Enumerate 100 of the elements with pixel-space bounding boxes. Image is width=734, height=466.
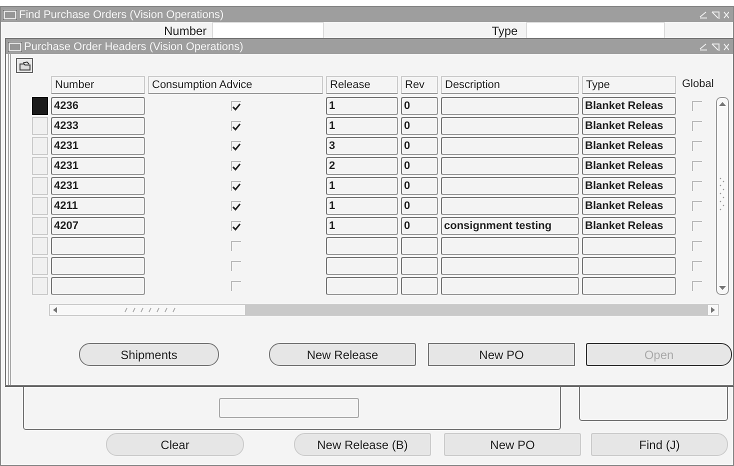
checkbox[interactable] <box>230 281 240 291</box>
scroll-up-icon[interactable] <box>718 101 727 108</box>
table-cell[interactable]: 2 <box>326 157 398 175</box>
checkbox[interactable] <box>230 201 240 211</box>
table-cell[interactable]: 3 <box>326 137 398 155</box>
close-icon[interactable] <box>723 10 729 18</box>
folder-button[interactable] <box>16 58 33 73</box>
checkbox[interactable] <box>692 261 702 271</box>
table-cell[interactable]: 0 <box>401 177 438 195</box>
minimize-icon[interactable] <box>699 42 708 50</box>
form-button[interactable]: New Release (B) <box>294 433 431 456</box>
checkbox[interactable] <box>230 101 240 111</box>
column-header: Release <box>326 76 398 94</box>
checkbox[interactable] <box>230 261 240 271</box>
table-cell[interactable]: 1 <box>326 97 398 115</box>
table-cell[interactable] <box>326 277 398 295</box>
checkbox[interactable] <box>692 101 702 111</box>
table-cell[interactable]: 1 <box>326 197 398 215</box>
vertical-scrollbar[interactable] <box>716 97 729 295</box>
table-cell[interactable]: Blanket Releas <box>582 117 676 135</box>
table-cell[interactable] <box>401 237 438 255</box>
checkbox[interactable] <box>230 121 240 131</box>
column-header: Type <box>582 76 676 94</box>
form-button[interactable]: New Release <box>269 343 416 366</box>
checkbox[interactable] <box>230 241 240 251</box>
table-cell[interactable]: 4236 <box>51 97 145 115</box>
checkbox[interactable] <box>692 141 702 151</box>
table-cell[interactable] <box>51 277 145 295</box>
checkbox[interactable] <box>692 161 702 171</box>
table-cell[interactable]: 4231 <box>51 177 145 195</box>
table-cell[interactable]: 4231 <box>51 157 145 175</box>
table-cell[interactable] <box>401 257 438 275</box>
table-cell[interactable]: 4207 <box>51 217 145 235</box>
table-cell[interactable]: consignment testing <box>441 217 579 235</box>
maximize-icon[interactable] <box>711 42 720 50</box>
table-cell[interactable] <box>441 137 579 155</box>
maximize-icon[interactable] <box>711 10 720 18</box>
scroll-down-icon[interactable] <box>718 284 727 291</box>
checkbox[interactable] <box>230 141 240 151</box>
table-cell[interactable] <box>441 97 579 115</box>
table-cell[interactable] <box>51 257 145 275</box>
table-cell[interactable]: 4231 <box>51 137 145 155</box>
table-cell[interactable] <box>51 237 145 255</box>
table-cell[interactable]: 1 <box>326 177 398 195</box>
table-cell[interactable]: Blanket Releas <box>582 97 676 115</box>
column-header: Consumption Advice <box>148 76 323 94</box>
horizontal-scrollbar[interactable] <box>49 304 719 316</box>
table-cell[interactable] <box>441 197 579 215</box>
table-cell[interactable] <box>441 277 579 295</box>
window-title: Purchase Order Headers (Vision Operations) <box>24 40 244 52</box>
checkbox[interactable] <box>692 281 702 291</box>
window-title: Find Purchase Orders (Vision Operations) <box>19 8 224 20</box>
checkbox[interactable] <box>230 181 240 191</box>
table-cell[interactable]: Blanket Releas <box>582 197 676 215</box>
table-cell[interactable] <box>441 177 579 195</box>
table-cell[interactable]: 0 <box>401 137 438 155</box>
form-button[interactable]: New PO <box>444 433 581 456</box>
table-cell[interactable]: 0 <box>401 157 438 175</box>
table-cell[interactable]: Blanket Releas <box>582 137 676 155</box>
table-cell[interactable]: 1 <box>326 117 398 135</box>
checkbox[interactable] <box>692 221 702 231</box>
table-cell[interactable]: Blanket Releas <box>582 217 676 235</box>
table-cell[interactable] <box>582 257 676 275</box>
table-cell[interactable] <box>582 277 676 295</box>
checkbox[interactable] <box>230 221 240 231</box>
form-button[interactable]: Find (J) <box>591 433 728 456</box>
table-cell[interactable] <box>441 117 579 135</box>
minimize-icon[interactable] <box>699 10 708 18</box>
checkbox[interactable] <box>692 201 702 211</box>
form-button[interactable]: New PO <box>428 343 575 366</box>
window-icon <box>8 42 22 52</box>
column-header: Number <box>51 76 145 94</box>
table-cell[interactable] <box>441 257 579 275</box>
checkbox[interactable] <box>692 121 702 131</box>
input-field[interactable] <box>219 398 359 418</box>
column-header: Rev <box>401 76 438 94</box>
form-button[interactable]: Clear <box>106 433 244 456</box>
table-cell[interactable]: 1 <box>326 217 398 235</box>
table-cell[interactable] <box>401 277 438 295</box>
checkbox[interactable] <box>692 181 702 191</box>
table-cell[interactable] <box>441 237 579 255</box>
table-cell[interactable]: 4233 <box>51 117 145 135</box>
table-cell[interactable]: 0 <box>401 117 438 135</box>
table-cell[interactable]: 4211 <box>51 197 145 215</box>
table-cell[interactable] <box>441 157 579 175</box>
close-icon[interactable] <box>723 42 729 50</box>
table-cell[interactable] <box>326 237 398 255</box>
table-cell[interactable]: 0 <box>401 217 438 235</box>
table-cell[interactable]: Blanket Releas <box>582 177 676 195</box>
checkbox[interactable] <box>692 241 702 251</box>
form-button[interactable]: Shipments <box>79 343 219 366</box>
table-cell[interactable] <box>582 237 676 255</box>
table-cell[interactable]: 0 <box>401 197 438 215</box>
checkbox[interactable] <box>230 161 240 171</box>
window-icon <box>3 10 17 20</box>
field-label: Number <box>164 24 207 38</box>
table-cell[interactable]: 0 <box>401 97 438 115</box>
field-label: Type <box>492 24 518 38</box>
table-cell[interactable] <box>326 257 398 275</box>
table-cell[interactable]: Blanket Releas <box>582 157 676 175</box>
